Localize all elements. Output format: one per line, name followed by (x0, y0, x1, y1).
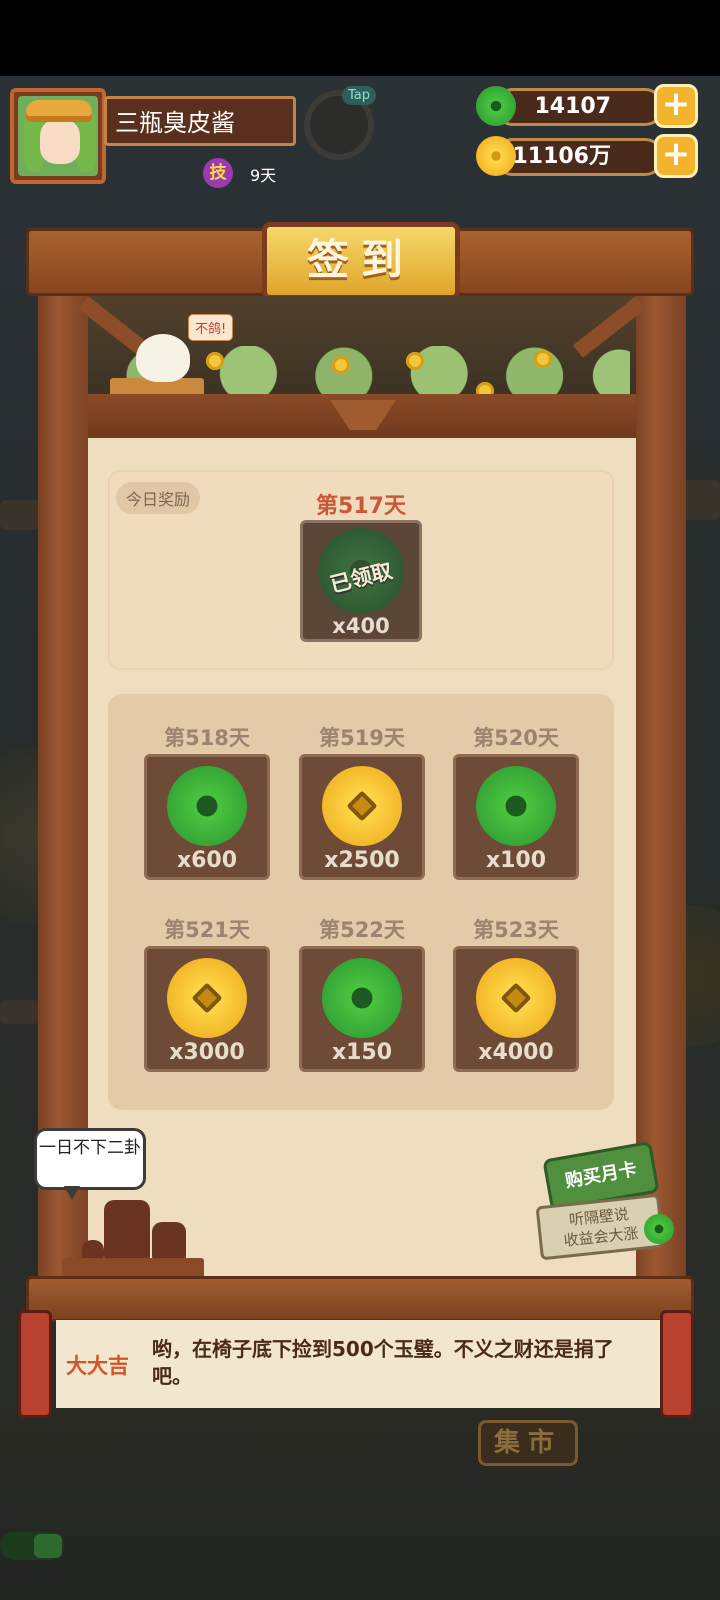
day-label: 第522天 (319, 918, 405, 942)
day-label: 第519天 (319, 726, 405, 750)
skill-icon[interactable]: 技 (203, 158, 233, 188)
background-scene-bottom (0, 1408, 720, 1600)
fortune-label: 大大吉 (66, 1354, 129, 1378)
reward-quantity: x600 (176, 848, 238, 873)
avatar-hat (26, 100, 92, 122)
reward-quantity: x100 (485, 848, 547, 873)
player-name: 三瓶臭皮酱 (104, 96, 296, 146)
scroll-rod (660, 1310, 694, 1418)
add-jade-button[interactable]: + (654, 84, 698, 128)
add-coins-button[interactable]: + (654, 134, 698, 178)
skill-days: 9天 (250, 166, 277, 185)
gold-nugget (534, 350, 552, 368)
today-reward-quantity: x400 (332, 614, 390, 638)
frame-bottom-beam (26, 1276, 694, 1322)
avatar-face (40, 118, 80, 164)
background-shelf (0, 1000, 40, 1024)
today-day-label: 第517天 (316, 494, 406, 519)
jade-counter: 14107 (494, 88, 664, 126)
reward-quantity: x4000 (478, 1040, 554, 1065)
npc-speech-bubble: 一日不下二卦 (34, 1128, 146, 1190)
gold-nugget (332, 356, 350, 374)
coin-icon (476, 136, 516, 176)
signin-title: 签到 (262, 222, 460, 300)
avatar-portrait (18, 96, 98, 176)
day-label: 第520天 (473, 726, 559, 750)
status-bar (0, 0, 720, 76)
reward-quantity: x150 (331, 1040, 393, 1065)
background-shelf (680, 480, 720, 520)
jade-icon (644, 1214, 674, 1244)
scroll-rod (18, 1310, 52, 1418)
gold-nugget (206, 352, 224, 370)
day-label: 第521天 (164, 918, 250, 942)
coin-counter: 11106万 (494, 138, 664, 176)
player-avatar[interactable] (10, 88, 106, 184)
day-label: 第518天 (164, 726, 250, 750)
reward-quantity: x2500 (324, 848, 400, 873)
market-button[interactable]: 集市 (478, 1420, 578, 1466)
background-shelf (0, 500, 40, 530)
chick-speech: 不鸽! (188, 314, 234, 341)
toggle-knob (34, 1534, 62, 1558)
gold-nugget (406, 352, 424, 370)
jade-icon (476, 86, 516, 126)
jade-icon (167, 766, 247, 846)
tap-label: Tap (342, 86, 377, 105)
frame-right-post (634, 290, 686, 1290)
jade-icon (322, 958, 402, 1038)
today-reward-tag: 今日奖励 (116, 482, 201, 514)
jar-shelf (62, 1258, 204, 1278)
chick-character (136, 334, 190, 382)
reward-quantity: x3000 (169, 1040, 245, 1065)
speech-bubble-tail (64, 1186, 80, 1200)
jade-icon (476, 766, 556, 846)
day-label: 第523天 (473, 918, 559, 942)
jar-decoration (104, 1200, 150, 1262)
jar-decoration (152, 1222, 186, 1262)
fortune-message: 哟，在椅子底下捡到500个玉璧。不义之财还是捐了吧。 (152, 1337, 614, 1388)
